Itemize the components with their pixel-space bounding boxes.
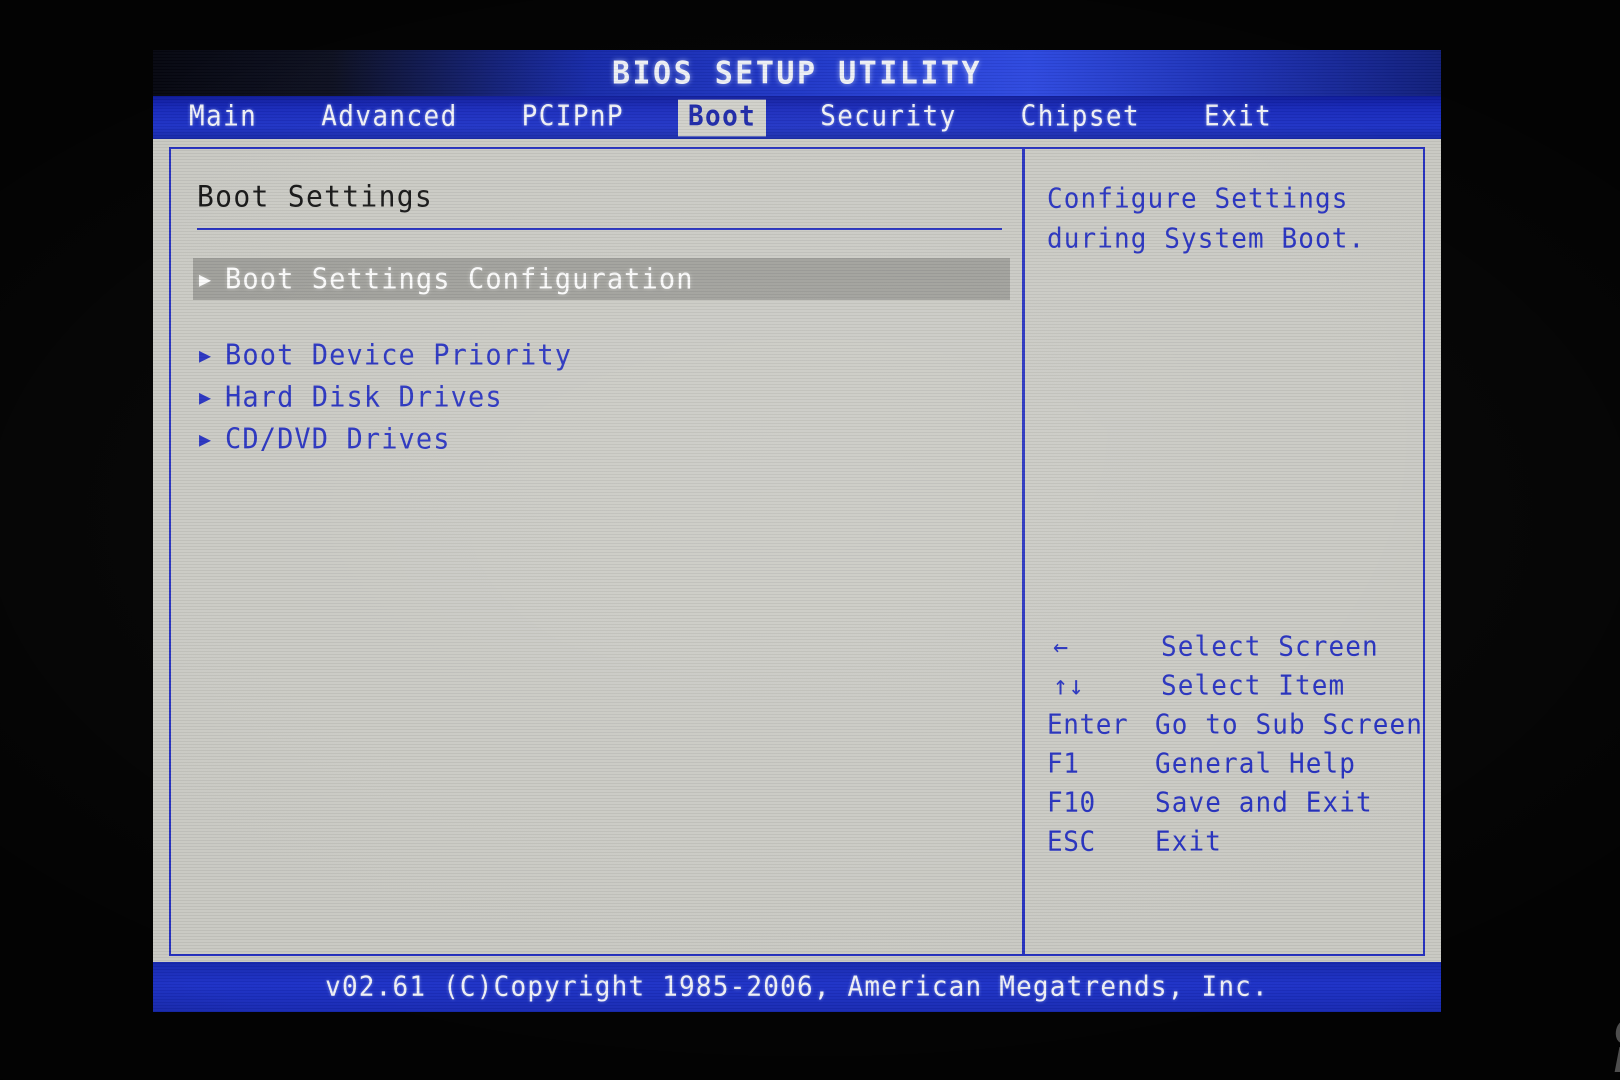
help-text-line-2: during System Boot.	[1046, 222, 1366, 256]
enter-key-label: Enter	[1046, 708, 1129, 742]
settings-pane: Boot Settings ▶ Boot Settings Configurat…	[171, 149, 1022, 954]
tab-exit[interactable]: Exit	[1194, 99, 1282, 136]
key-legend-row-esc: ESC Exit	[1046, 825, 1423, 866]
menu-item-cd-dvd-drives[interactable]: ▶ CD/DVD Drives	[193, 418, 1010, 460]
bios-body: Boot Settings ▶ Boot Settings Configurat…	[153, 139, 1441, 962]
section-heading: Boot Settings	[197, 179, 434, 214]
key-legend-description: Select Screen	[1160, 630, 1379, 664]
menu-item-label: Boot Settings Configuration	[225, 262, 694, 296]
submenu-arrow-icon: ▶	[199, 427, 212, 451]
f1-key-label: F1	[1046, 747, 1080, 781]
menu-item-label: Boot Device Priority	[225, 338, 573, 372]
key-legend-description: Exit	[1154, 825, 1222, 859]
esc-key-label: ESC	[1046, 825, 1096, 859]
menu-item-boot-settings-configuration[interactable]: ▶ Boot Settings Configuration	[193, 258, 1010, 300]
key-legend-description: Save and Exit	[1154, 786, 1373, 820]
key-legend-description: Select Item	[1160, 669, 1346, 703]
arrow-up-down-icon: ↑↓	[1052, 669, 1085, 702]
tab-security[interactable]: Security	[810, 99, 966, 136]
page-title: BIOS SETUP UTILITY	[611, 54, 983, 92]
submenu-arrow-icon: ▶	[199, 343, 212, 367]
menu-item-hard-disk-drives[interactable]: ▶ Hard Disk Drives	[193, 376, 1010, 418]
menu-spacer	[197, 300, 1022, 334]
monitor-screen: BIOS SETUP UTILITY Main Advanced PCIPnP …	[153, 50, 1441, 1012]
bios-tab-bar[interactable]: Main Advanced PCIPnP Boot Security Chips…	[153, 96, 1441, 139]
copyright-text: v02.61 (C)Copyright 1985-2006, American …	[325, 971, 1269, 1003]
f10-key-label: F10	[1046, 786, 1096, 820]
key-legend-row-f10: F10 Save and Exit	[1046, 786, 1423, 827]
key-legend-description: Go to Sub Screen	[1154, 708, 1423, 742]
photograph-of-monitor: BIOS SETUP UTILITY Main Advanced PCIPnP …	[0, 0, 1620, 1080]
tab-pcipnp[interactable]: PCIPnP	[512, 99, 634, 136]
menu-item-label: CD/DVD Drives	[225, 422, 451, 456]
help-text-line-1: Configure Settings	[1046, 182, 1349, 216]
help-pane: Configure Settings during System Boot. ←…	[1025, 149, 1423, 954]
key-legend-description: General Help	[1154, 747, 1356, 781]
menu-item-boot-device-priority[interactable]: ▶ Boot Device Priority	[193, 334, 1010, 376]
tab-advanced[interactable]: Advanced	[311, 99, 467, 136]
tab-chipset[interactable]: Chipset	[1011, 99, 1150, 136]
tab-main[interactable]: Main	[179, 99, 267, 136]
key-legend-row-select-item: ↑↓ Select Item	[1047, 669, 1423, 710]
bios-body-frame: Boot Settings ▶ Boot Settings Configurat…	[169, 147, 1425, 956]
key-legend: ← Select Screen ↑↓ Select Item Enter Go …	[1046, 630, 1423, 866]
menu-item-label: Hard Disk Drives	[225, 380, 503, 414]
submenu-arrow-icon: ▶	[199, 385, 212, 409]
key-legend-row-f1: F1 General Help	[1046, 747, 1423, 788]
bios-footer-bar: v02.61 (C)Copyright 1985-2006, American …	[153, 962, 1441, 1012]
arrow-left-icon: ←	[1052, 630, 1069, 663]
submenu-arrow-icon: ▶	[199, 267, 212, 291]
tab-boot[interactable]: Boot	[677, 99, 767, 136]
section-divider	[197, 228, 1002, 230]
key-legend-row-select-screen: ← Select Screen	[1047, 630, 1423, 671]
watermark-b-glyph: B	[1614, 1042, 1620, 1078]
key-legend-row-enter: Enter Go to Sub Screen	[1046, 708, 1423, 749]
bios-title-bar: BIOS SETUP UTILITY	[153, 50, 1441, 96]
